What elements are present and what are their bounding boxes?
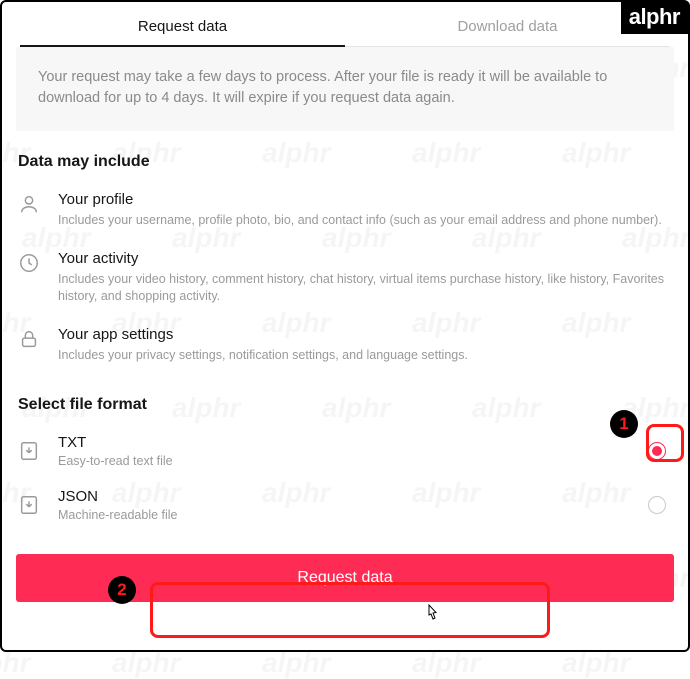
activity-desc: Includes your video history, comment his… <box>58 271 672 306</box>
data-item-settings: Your app settings Includes your privacy … <box>2 316 688 375</box>
radio-json[interactable] <box>648 496 666 514</box>
select-file-format-title: Select file format <box>18 396 672 414</box>
tabs: Request data Download data <box>20 6 670 47</box>
cursor-pointer-icon <box>424 604 440 622</box>
json-title: JSON <box>58 488 632 505</box>
brand-logo: alphr <box>621 2 688 34</box>
tab-request-data[interactable]: Request data <box>20 6 345 47</box>
settings-desc: Includes your privacy settings, notifica… <box>58 347 672 365</box>
request-data-button-label: Request data <box>297 569 392 586</box>
data-item-profile: Your profile Includes your username, pro… <box>2 181 688 240</box>
format-option-txt[interactable]: TXT Easy-to-read text file <box>2 424 688 478</box>
info-banner: Your request may take a few days to proc… <box>16 47 674 131</box>
json-desc: Machine-readable file <box>58 508 632 522</box>
profile-desc: Includes your username, profile photo, b… <box>58 212 672 230</box>
profile-title: Your profile <box>58 191 672 208</box>
file-download-icon <box>18 494 42 516</box>
lock-icon <box>18 328 42 350</box>
radio-txt[interactable] <box>648 442 666 460</box>
file-download-icon <box>18 440 42 462</box>
person-icon <box>18 193 42 215</box>
callout-2: 2 <box>108 576 136 604</box>
clock-icon <box>18 252 42 274</box>
format-option-json[interactable]: JSON Machine-readable file <box>2 478 688 532</box>
txt-desc: Easy-to-read text file <box>58 454 632 468</box>
txt-title: TXT <box>58 434 632 451</box>
activity-title: Your activity <box>58 250 672 267</box>
data-may-include-title: Data may include <box>18 153 672 171</box>
callout-1: 1 <box>610 410 638 438</box>
data-item-activity: Your activity Includes your video histor… <box>2 240 688 316</box>
settings-title: Your app settings <box>58 326 672 343</box>
